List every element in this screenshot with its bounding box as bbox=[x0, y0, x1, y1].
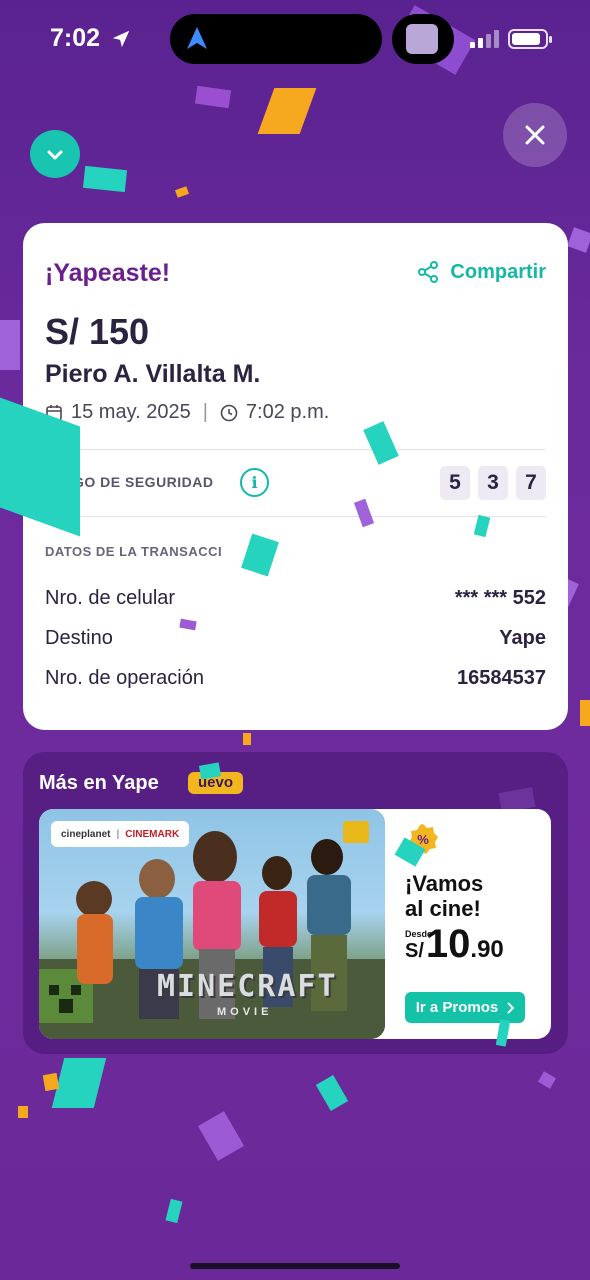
promo-price: S/ 10 .90 bbox=[405, 922, 504, 967]
amount: S/ 150 bbox=[45, 311, 150, 352]
movie-title: MINECRAFT bbox=[157, 969, 338, 1004]
detail-row-operation: Nro. de operación 16584537 bbox=[45, 667, 546, 690]
divider bbox=[45, 516, 546, 517]
share-button[interactable]: Compartir bbox=[416, 260, 546, 284]
home-indicator[interactable] bbox=[190, 1263, 400, 1269]
movie-subtitle: MOVIE bbox=[217, 1006, 273, 1018]
confetti-piece bbox=[165, 1198, 183, 1224]
promo-banner[interactable]: cineplanet | CINEMARK MINECRAFT MOVIE % … bbox=[39, 809, 551, 1039]
detail-key: Destino bbox=[45, 627, 113, 649]
confetti-piece bbox=[243, 733, 251, 745]
detail-row-phone: Nro. de celular *** *** 552 bbox=[45, 587, 546, 610]
price-currency: S/ bbox=[405, 940, 424, 962]
transaction-date: 15 may. 2025 bbox=[71, 401, 191, 423]
app-thumbnail-icon bbox=[406, 24, 438, 54]
battery-icon bbox=[508, 29, 552, 49]
receipt-title: ¡Yapeaste! bbox=[45, 259, 171, 287]
security-digit: 3 bbox=[478, 466, 508, 500]
go-to-promos-button[interactable]: Ir a Promos bbox=[405, 992, 525, 1023]
clock-icon bbox=[220, 404, 238, 421]
transaction-datetime: 15 may. 2025 | 7:02 p.m. bbox=[45, 401, 329, 424]
live-activity-indicator bbox=[392, 14, 454, 64]
signal-icon bbox=[470, 30, 500, 48]
confetti-piece bbox=[174, 186, 190, 198]
confetti-piece bbox=[18, 1106, 28, 1118]
security-code: 5 3 7 bbox=[440, 466, 546, 500]
confetti-piece bbox=[194, 85, 232, 109]
close-icon bbox=[525, 125, 545, 145]
confetti-piece bbox=[51, 1058, 107, 1108]
location-arrow-icon bbox=[112, 30, 130, 48]
confetti-piece bbox=[315, 1075, 349, 1111]
detail-key: Nro. de operación bbox=[45, 667, 204, 689]
confetti-piece bbox=[567, 227, 590, 253]
confetti-piece bbox=[0, 320, 20, 370]
status-time: 7:02 bbox=[50, 24, 101, 52]
share-label: Compartir bbox=[450, 260, 546, 283]
transaction-data-title: DATOS DE LA TRANSACCI bbox=[45, 544, 223, 559]
recipient-name: Piero A. Villalta M. bbox=[45, 360, 261, 388]
button-label: Ir a Promos bbox=[415, 999, 499, 1016]
confetti-piece bbox=[257, 88, 317, 134]
confetti-piece bbox=[42, 1072, 60, 1092]
confetti-piece bbox=[537, 1071, 557, 1089]
confetti-piece bbox=[198, 1111, 244, 1161]
status-bar: 7:02 bbox=[0, 0, 590, 80]
security-digit: 7 bbox=[516, 466, 546, 500]
navigation-icon bbox=[187, 27, 207, 49]
chevron-right-icon bbox=[507, 1001, 515, 1014]
confetti-piece bbox=[82, 165, 128, 193]
detail-row-destination: Destino Yape bbox=[45, 627, 546, 650]
share-icon bbox=[418, 261, 439, 283]
section-title: Más en Yape bbox=[39, 772, 159, 794]
detail-value: *** *** 552 bbox=[454, 587, 546, 609]
check-icon bbox=[30, 130, 80, 178]
info-icon[interactable]: i bbox=[240, 468, 269, 497]
movie-poster: cineplanet | CINEMARK MINECRAFT MOVIE bbox=[39, 809, 385, 1039]
detail-key: Nro. de celular bbox=[45, 587, 176, 609]
promo-headline: ¡Vamos al cine! bbox=[405, 871, 484, 921]
price-whole: 10 bbox=[425, 922, 471, 966]
transaction-time: 7:02 p.m. bbox=[245, 401, 330, 423]
confetti-piece bbox=[580, 700, 590, 726]
detail-value: 16584537 bbox=[457, 667, 546, 689]
close-button[interactable] bbox=[503, 103, 567, 167]
divider bbox=[45, 449, 546, 450]
security-code-label: GO DE SEGURIDAD bbox=[73, 474, 214, 490]
price-decimal: .90 bbox=[470, 936, 504, 963]
characters-illustration bbox=[39, 821, 385, 1039]
more-in-yape-section: Más en Yape uevo cineplanet | CINEMARK M… bbox=[23, 752, 568, 1054]
dynamic-island bbox=[170, 14, 382, 64]
detail-value: Yape bbox=[499, 627, 546, 649]
security-digit: 5 bbox=[440, 466, 470, 500]
receipt-card: ¡Yapeaste! Compartir S/ 150 Piero A. Vil… bbox=[23, 223, 568, 730]
